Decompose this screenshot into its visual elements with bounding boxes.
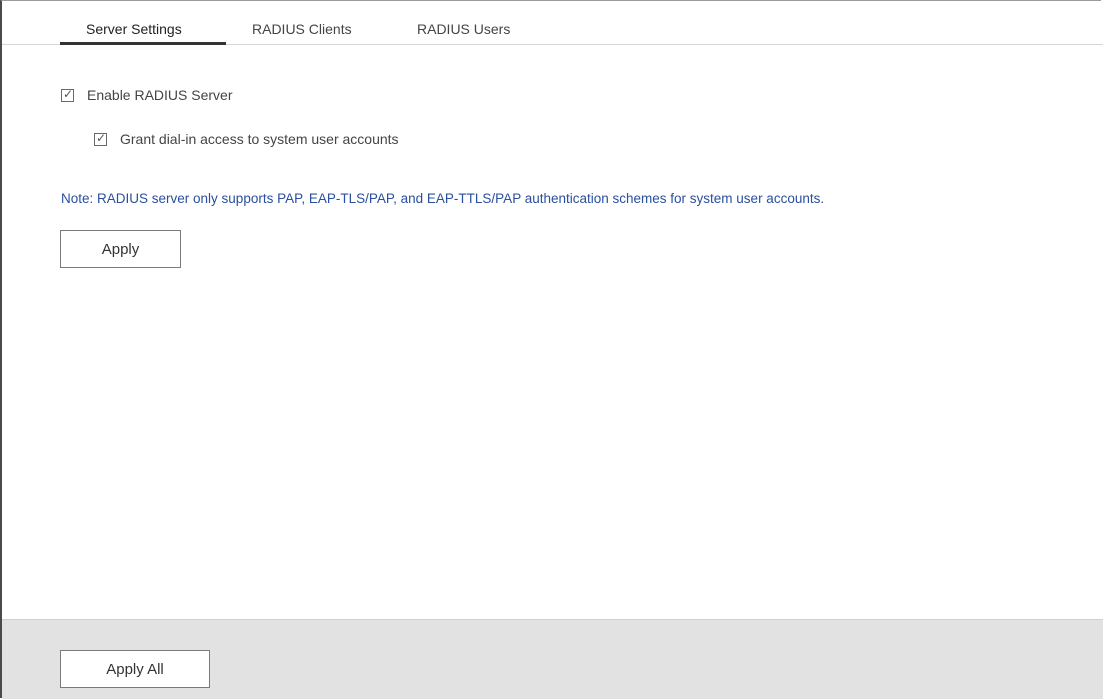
grant-dialin-label: Grant dial-in access to system user acco…: [120, 131, 399, 147]
tab-bar: Server Settings RADIUS Clients RADIUS Us…: [2, 1, 1103, 45]
footer-bar: Apply All: [2, 619, 1103, 699]
grant-dialin-checkbox[interactable]: ✓: [94, 130, 107, 146]
enable-radius-server-row: ✓ Enable RADIUS Server: [61, 87, 233, 103]
tab-radius-users[interactable]: RADIUS Users: [417, 21, 510, 37]
tab-radius-clients[interactable]: RADIUS Clients: [252, 21, 352, 37]
tab-server-settings[interactable]: Server Settings: [86, 21, 182, 37]
enable-radius-server-checkbox[interactable]: ✓: [61, 86, 74, 102]
grant-dialin-row: ✓ Grant dial-in access to system user ac…: [94, 131, 399, 147]
apply-all-button[interactable]: Apply All: [60, 650, 210, 688]
radius-server-panel: Server Settings RADIUS Clients RADIUS Us…: [0, 0, 1103, 699]
checkmark-icon: ✓: [63, 86, 74, 101]
checkmark-icon: ✓: [96, 130, 107, 145]
authentication-note: Note: RADIUS server only supports PAP, E…: [61, 191, 825, 206]
enable-radius-server-label: Enable RADIUS Server: [87, 87, 233, 103]
apply-button[interactable]: Apply: [60, 230, 181, 268]
active-tab-indicator: [60, 42, 226, 45]
